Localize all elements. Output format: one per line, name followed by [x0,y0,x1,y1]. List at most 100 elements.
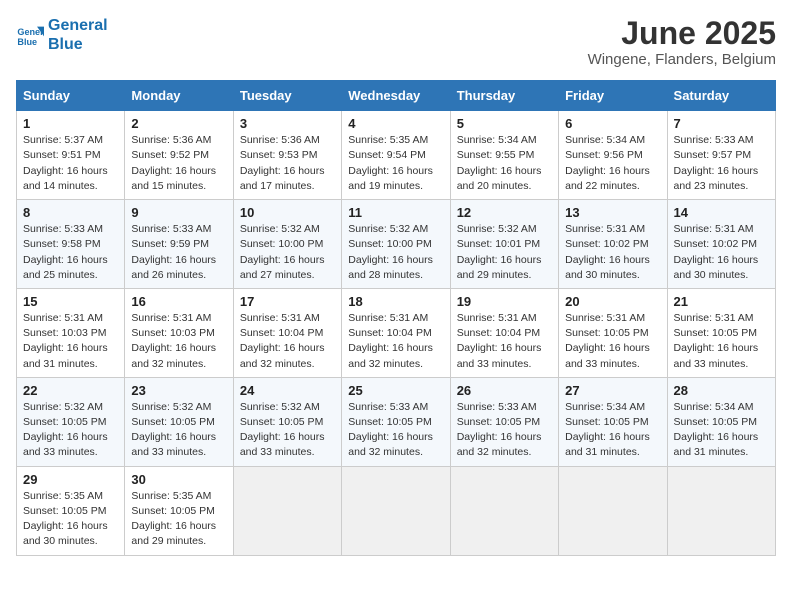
calendar-cell: 5 Sunrise: 5:34 AMSunset: 9:55 PMDayligh… [450,111,558,200]
day-detail: Sunrise: 5:32 AMSunset: 10:01 PMDaylight… [457,222,552,283]
calendar-cell: 12 Sunrise: 5:32 AMSunset: 10:01 PMDayli… [450,200,558,289]
day-detail: Sunrise: 5:35 AMSunset: 10:05 PMDaylight… [131,489,226,550]
day-detail: Sunrise: 5:32 AMSunset: 10:00 PMDaylight… [240,222,335,283]
weekday-header: Monday [125,81,233,111]
day-detail: Sunrise: 5:31 AMSunset: 10:04 PMDaylight… [240,311,335,372]
day-detail: Sunrise: 5:31 AMSunset: 10:03 PMDaylight… [131,311,226,372]
calendar-cell: 25 Sunrise: 5:33 AMSunset: 10:05 PMDayli… [342,377,450,466]
day-number: 4 [348,116,443,131]
day-detail: Sunrise: 5:33 AMSunset: 10:05 PMDaylight… [348,400,443,461]
day-number: 19 [457,294,552,309]
day-number: 24 [240,383,335,398]
day-detail: Sunrise: 5:36 AMSunset: 9:52 PMDaylight:… [131,133,226,194]
calendar-cell [342,466,450,555]
day-detail: Sunrise: 5:35 AMSunset: 9:54 PMDaylight:… [348,133,443,194]
calendar-cell: 28 Sunrise: 5:34 AMSunset: 10:05 PMDayli… [667,377,775,466]
day-detail: Sunrise: 5:34 AMSunset: 9:56 PMDaylight:… [565,133,660,194]
calendar-cell: 20 Sunrise: 5:31 AMSunset: 10:05 PMDayli… [559,288,667,377]
day-detail: Sunrise: 5:33 AMSunset: 9:58 PMDaylight:… [23,222,118,283]
calendar-cell: 6 Sunrise: 5:34 AMSunset: 9:56 PMDayligh… [559,111,667,200]
day-detail: Sunrise: 5:32 AMSunset: 10:05 PMDaylight… [131,400,226,461]
calendar-cell: 2 Sunrise: 5:36 AMSunset: 9:52 PMDayligh… [125,111,233,200]
calendar-cell: 21 Sunrise: 5:31 AMSunset: 10:05 PMDayli… [667,288,775,377]
day-detail: Sunrise: 5:33 AMSunset: 9:57 PMDaylight:… [674,133,769,194]
day-detail: Sunrise: 5:33 AMSunset: 9:59 PMDaylight:… [131,222,226,283]
calendar-cell: 8 Sunrise: 5:33 AMSunset: 9:58 PMDayligh… [17,200,125,289]
calendar-cell: 1 Sunrise: 5:37 AMSunset: 9:51 PMDayligh… [17,111,125,200]
page-header: General Blue GeneralBlue June 2025 Winge… [16,16,776,68]
day-detail: Sunrise: 5:35 AMSunset: 10:05 PMDaylight… [23,489,118,550]
day-number: 2 [131,116,226,131]
calendar-cell: 11 Sunrise: 5:32 AMSunset: 10:00 PMDayli… [342,200,450,289]
day-number: 7 [674,116,769,131]
day-detail: Sunrise: 5:34 AMSunset: 9:55 PMDaylight:… [457,133,552,194]
day-number: 9 [131,205,226,220]
day-detail: Sunrise: 5:37 AMSunset: 9:51 PMDaylight:… [23,133,118,194]
day-number: 28 [674,383,769,398]
day-detail: Sunrise: 5:36 AMSunset: 9:53 PMDaylight:… [240,133,335,194]
day-number: 8 [23,205,118,220]
day-number: 16 [131,294,226,309]
calendar-cell [559,466,667,555]
location: Wingene, Flanders, Belgium [588,51,776,68]
day-number: 11 [348,205,443,220]
day-number: 26 [457,383,552,398]
day-detail: Sunrise: 5:32 AMSunset: 10:05 PMDaylight… [240,400,335,461]
logo: General Blue GeneralBlue [16,16,108,54]
day-number: 20 [565,294,660,309]
day-number: 30 [131,472,226,487]
day-detail: Sunrise: 5:31 AMSunset: 10:04 PMDaylight… [348,311,443,372]
day-detail: Sunrise: 5:31 AMSunset: 10:05 PMDaylight… [674,311,769,372]
calendar-cell: 14 Sunrise: 5:31 AMSunset: 10:02 PMDayli… [667,200,775,289]
day-detail: Sunrise: 5:33 AMSunset: 10:05 PMDaylight… [457,400,552,461]
calendar-cell: 22 Sunrise: 5:32 AMSunset: 10:05 PMDayli… [17,377,125,466]
calendar-cell: 4 Sunrise: 5:35 AMSunset: 9:54 PMDayligh… [342,111,450,200]
calendar-cell: 29 Sunrise: 5:35 AMSunset: 10:05 PMDayli… [17,466,125,555]
weekday-header: Thursday [450,81,558,111]
title-block: June 2025 Wingene, Flanders, Belgium [588,16,776,68]
day-number: 29 [23,472,118,487]
weekday-header: Wednesday [342,81,450,111]
calendar-cell: 10 Sunrise: 5:32 AMSunset: 10:00 PMDayli… [233,200,341,289]
day-number: 6 [565,116,660,131]
day-number: 10 [240,205,335,220]
calendar-cell: 18 Sunrise: 5:31 AMSunset: 10:04 PMDayli… [342,288,450,377]
weekday-header: Friday [559,81,667,111]
calendar-cell: 13 Sunrise: 5:31 AMSunset: 10:02 PMDayli… [559,200,667,289]
day-number: 22 [23,383,118,398]
month-title: June 2025 [588,16,776,51]
weekday-header: Tuesday [233,81,341,111]
day-number: 21 [674,294,769,309]
calendar-cell: 26 Sunrise: 5:33 AMSunset: 10:05 PMDayli… [450,377,558,466]
day-detail: Sunrise: 5:31 AMSunset: 10:04 PMDaylight… [457,311,552,372]
day-number: 1 [23,116,118,131]
day-detail: Sunrise: 5:31 AMSunset: 10:05 PMDaylight… [565,311,660,372]
day-number: 15 [23,294,118,309]
day-number: 27 [565,383,660,398]
svg-text:Blue: Blue [17,37,37,47]
calendar-cell [450,466,558,555]
weekday-header: Sunday [17,81,125,111]
day-number: 13 [565,205,660,220]
calendar-cell: 27 Sunrise: 5:34 AMSunset: 10:05 PMDayli… [559,377,667,466]
day-number: 25 [348,383,443,398]
calendar-cell: 16 Sunrise: 5:31 AMSunset: 10:03 PMDayli… [125,288,233,377]
day-number: 12 [457,205,552,220]
day-number: 18 [348,294,443,309]
logo-icon: General Blue [16,21,44,49]
calendar-cell: 30 Sunrise: 5:35 AMSunset: 10:05 PMDayli… [125,466,233,555]
calendar-cell: 24 Sunrise: 5:32 AMSunset: 10:05 PMDayli… [233,377,341,466]
day-detail: Sunrise: 5:31 AMSunset: 10:02 PMDaylight… [674,222,769,283]
day-number: 5 [457,116,552,131]
weekday-header: Saturday [667,81,775,111]
day-number: 3 [240,116,335,131]
logo-text: GeneralBlue [48,16,108,54]
day-detail: Sunrise: 5:34 AMSunset: 10:05 PMDaylight… [565,400,660,461]
calendar-cell [233,466,341,555]
calendar-cell: 23 Sunrise: 5:32 AMSunset: 10:05 PMDayli… [125,377,233,466]
calendar-table: SundayMondayTuesdayWednesdayThursdayFrid… [16,80,776,555]
day-detail: Sunrise: 5:31 AMSunset: 10:03 PMDaylight… [23,311,118,372]
day-detail: Sunrise: 5:31 AMSunset: 10:02 PMDaylight… [565,222,660,283]
calendar-cell [667,466,775,555]
calendar-cell: 9 Sunrise: 5:33 AMSunset: 9:59 PMDayligh… [125,200,233,289]
